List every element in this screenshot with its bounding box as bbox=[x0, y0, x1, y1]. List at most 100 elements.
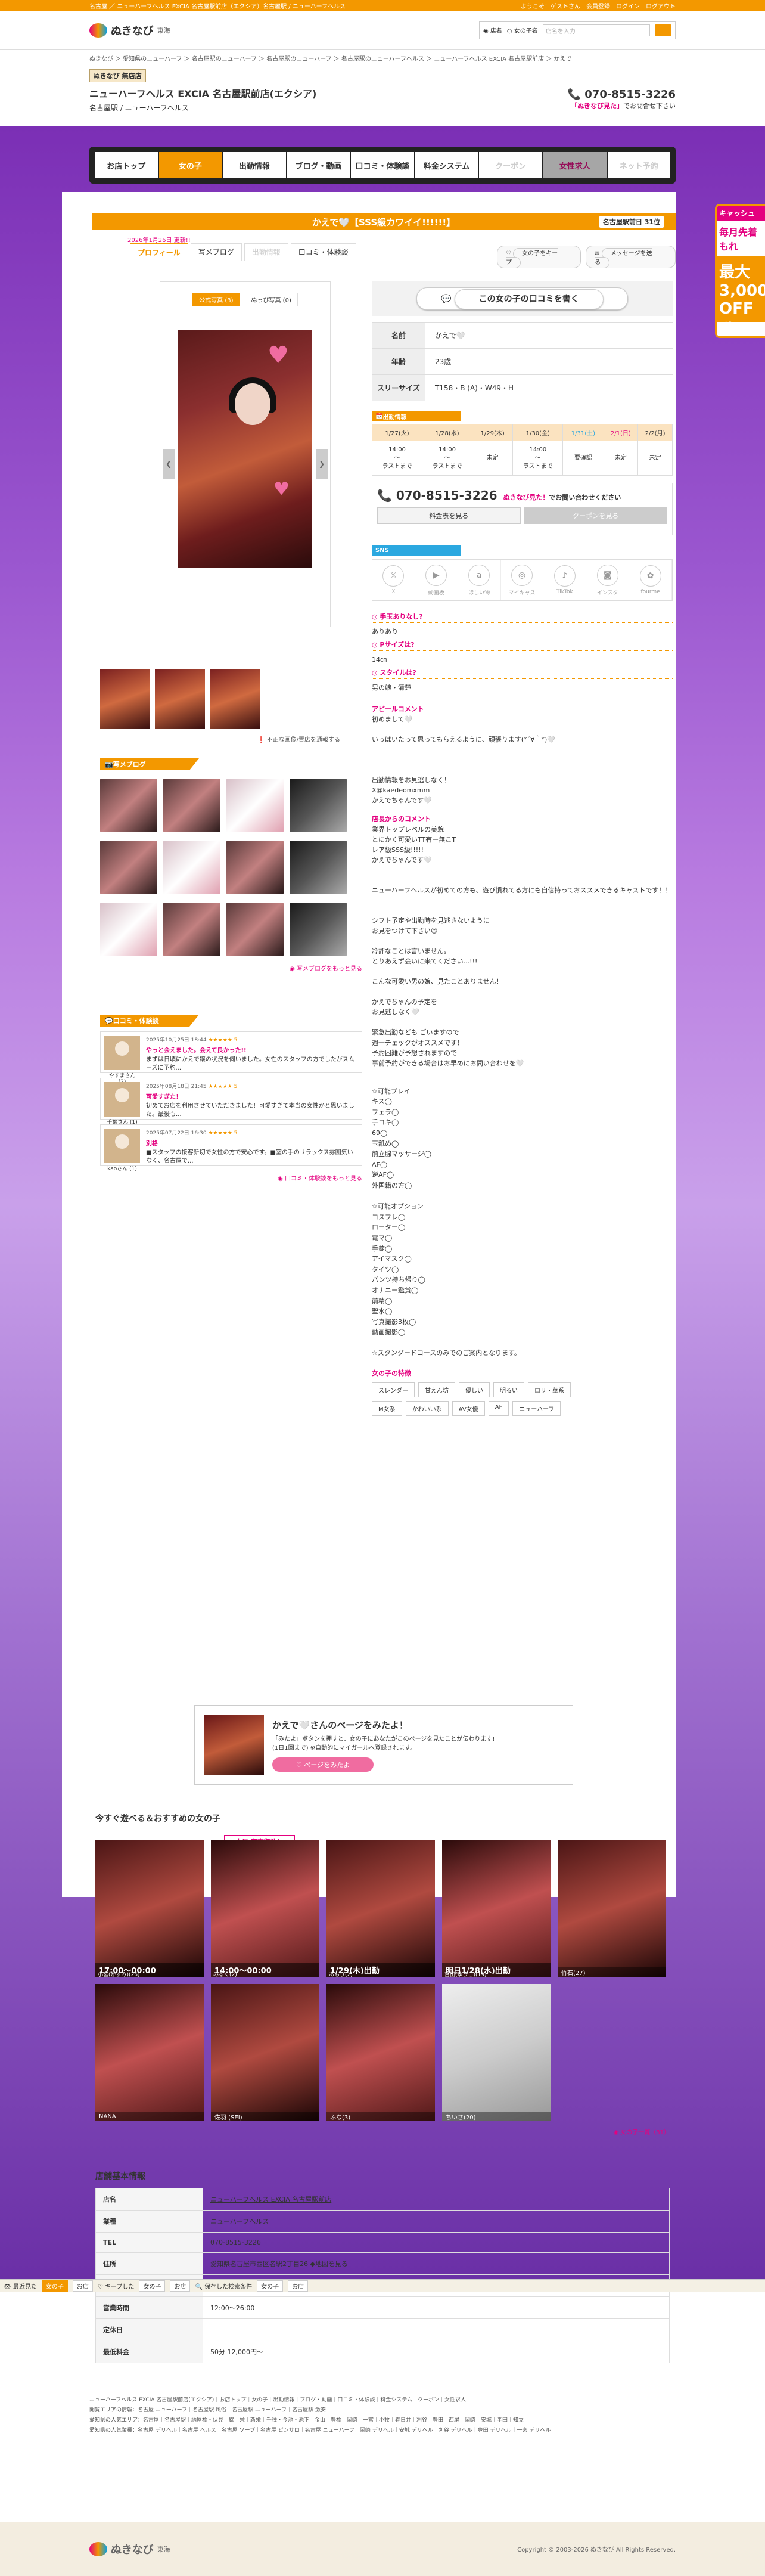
blog-thumbnail[interactable] bbox=[290, 779, 347, 832]
blog-thumbnail[interactable] bbox=[163, 841, 220, 894]
register-link[interactable]: 会員登録 bbox=[586, 4, 610, 10]
price-list-button[interactable]: 料金表を見る bbox=[377, 507, 521, 524]
footer-area-links[interactable]: 閲覧エリアの情報：名古屋 ニューハーフ｜名古屋駅 風俗｜名古屋駅 ニューハーフ｜… bbox=[89, 2405, 676, 2416]
sns-tiktok[interactable]: ♪ TikTok bbox=[543, 560, 587, 600]
feature-chip[interactable]: AF bbox=[488, 1401, 509, 1416]
tab-blog[interactable]: 写メブログ bbox=[190, 243, 242, 261]
blog-thumbnail[interactable] bbox=[226, 841, 284, 894]
sns-x[interactable]: 𝕏X bbox=[372, 560, 415, 600]
footer-popular-areas[interactable]: 愛知県の人気エリア：名古屋｜名古屋駅｜納屋橋・伏見｜錦｜栄｜新栄｜千種・今池・池… bbox=[89, 2416, 676, 2426]
tab-schedule[interactable]: 出勤情報 bbox=[244, 243, 288, 261]
main-photo[interactable]: ♥ ♥ bbox=[178, 330, 312, 568]
info-tel[interactable]: 070-8515-3226 bbox=[203, 2232, 670, 2253]
nav-schedule[interactable]: 出勤情報 bbox=[223, 152, 286, 178]
feature-chip[interactable]: スレンダー bbox=[372, 1382, 415, 1398]
tel-number[interactable]: 📞 070-8515-3226 ぬきなび見た！でお問い合わせください bbox=[377, 488, 667, 503]
recent-shops-chip[interactable]: お店 bbox=[72, 2280, 93, 2292]
blog-thumbnail[interactable] bbox=[100, 903, 157, 956]
recommend-girl[interactable]: ふな(3) bbox=[326, 1984, 435, 2121]
banner-sub: 毎月先着 もれ bbox=[719, 227, 758, 252]
sns-video[interactable]: ▶ 動画板 bbox=[415, 560, 458, 600]
photo-thumbnail[interactable] bbox=[100, 669, 150, 729]
photo-thumbnail[interactable] bbox=[210, 669, 260, 729]
tab-profile[interactable]: プロフィール bbox=[130, 243, 188, 261]
feature-chip[interactable]: ロリ・華系 bbox=[528, 1382, 571, 1398]
blog-thumbnail[interactable] bbox=[100, 841, 157, 894]
recommend-girl[interactable]: NANA bbox=[95, 1984, 204, 2121]
rank-badge[interactable]: 名古屋駅前日 31位 bbox=[599, 216, 664, 228]
sns-fourme[interactable]: ✿ fourme bbox=[629, 560, 673, 600]
blog-thumbnail[interactable] bbox=[226, 903, 284, 956]
sns-wishlist[interactable]: a ほしい物 bbox=[458, 560, 501, 600]
blog-thumbnail[interactable] bbox=[226, 779, 284, 832]
blog-thumbnail[interactable] bbox=[290, 903, 347, 956]
keep-shops-chip[interactable]: お店 bbox=[170, 2280, 191, 2292]
blog-more-link[interactable]: ◉ 写メブログをもっと見る bbox=[100, 963, 362, 972]
nav-recruit[interactable]: 女性求人 bbox=[543, 152, 607, 178]
nav-girls[interactable]: 女の子 bbox=[158, 152, 222, 178]
nav-blog[interactable]: ブログ・動画 bbox=[287, 152, 350, 178]
search-opt-girl[interactable]: ○ 女の子名 bbox=[507, 26, 538, 35]
prev-arrow-icon[interactable]: ❮ bbox=[163, 449, 175, 479]
blog-thumbnail[interactable] bbox=[290, 841, 347, 894]
feature-chip[interactable]: ニューハーフ bbox=[512, 1401, 561, 1416]
feature-chip[interactable]: 優しい bbox=[459, 1382, 490, 1398]
report-note[interactable]: ❗ 不正な画像/置店を通報する bbox=[257, 734, 340, 743]
review-item[interactable]: やすまさん (2) 2025年10月25日 18:44 ★★★★★ 5 やっと会… bbox=[100, 1031, 362, 1085]
cashback-banner[interactable]: キャッシュ 毎月先着 もれ 最大3,000 OFF 遊べ bbox=[715, 204, 765, 338]
info-address[interactable]: 愛知県名古屋市西区名駅2丁目26 ◆地図を見る bbox=[203, 2252, 670, 2275]
sns-cas[interactable]: ◎ マイキャス bbox=[501, 560, 544, 600]
tab-reviews[interactable]: 口コミ・体験談 bbox=[290, 243, 356, 261]
next-arrow-icon[interactable]: ❯ bbox=[316, 449, 328, 479]
logout-link[interactable]: ログアウト bbox=[646, 4, 676, 10]
keep-girl-button[interactable]: ♡ 女の子をキープ bbox=[497, 246, 581, 268]
search-opt-shop[interactable]: ◉ 店名 bbox=[483, 26, 502, 35]
recommend-girl[interactable]: 佐羽 (SEI) bbox=[211, 1984, 319, 2121]
recommend-girl[interactable]: ちいさ(20) bbox=[442, 1984, 551, 2121]
saved-girls-chip[interactable]: 女の子 bbox=[257, 2280, 284, 2292]
recommend-girl[interactable]: 17:00〜00:00 小宮(かすみ)(26) bbox=[95, 1840, 204, 1978]
breadcrumb[interactable]: ぬきなび ＞ 愛知県のニューハーフ ＞ 名古屋駅のニューハーフ ＞ 名古屋駅のニ… bbox=[0, 50, 765, 63]
feature-chip[interactable]: AV女優 bbox=[452, 1401, 485, 1416]
girl-list-link[interactable]: ◉ 女の子一覧（31） bbox=[95, 2127, 670, 2136]
reviews-more-link[interactable]: ◉ 口コミ・体験談をもっと見る bbox=[100, 1173, 362, 1182]
feature-chip[interactable]: M女系 bbox=[372, 1401, 402, 1416]
blog-thumbnail[interactable] bbox=[163, 903, 220, 956]
info-shop-name[interactable]: ニューハーフヘルス EXCIA 名古屋駅前店 bbox=[210, 2196, 331, 2203]
recent-girls-chip[interactable]: 女の子 bbox=[41, 2280, 68, 2292]
saved-shops-chip[interactable]: お店 bbox=[288, 2280, 309, 2292]
footer-shop-links[interactable]: ニューハーフヘルス EXCIA 名古屋駅前店(エクシア)｜お店トップ｜女の子｜出… bbox=[89, 2395, 676, 2405]
blog-thumbnail[interactable] bbox=[100, 779, 157, 832]
footer-popular-genres[interactable]: 愛知県の人気業種：名古屋 デリヘル｜名古屋 ヘルス｜名古屋 ソープ｜名古屋 ピン… bbox=[89, 2426, 676, 2436]
mitayo-button[interactable]: ♡ ページをみたよ bbox=[272, 1757, 374, 1772]
nav-shop-top[interactable]: お店トップ bbox=[95, 152, 158, 178]
feature-chip[interactable]: かわいい系 bbox=[405, 1401, 449, 1416]
nav-price[interactable]: 料金システム bbox=[415, 152, 478, 178]
recommend-girl[interactable]: 14:00〜00:00 みるく(2) bbox=[211, 1840, 319, 1978]
coupon-button[interactable]: クーポンを見る bbox=[524, 507, 667, 524]
feature-chip[interactable]: 甘えん坊 bbox=[418, 1382, 455, 1398]
keep-girls-chip[interactable]: 女の子 bbox=[139, 2280, 166, 2292]
login-link[interactable]: ログイン bbox=[616, 4, 640, 10]
sns-instagram[interactable]: ◙ インスタ bbox=[586, 560, 630, 600]
feature-chip[interactable]: 明るい bbox=[493, 1382, 524, 1398]
footer-logo[interactable]: ぬきなび 東海 bbox=[89, 2541, 170, 2557]
write-review-button[interactable]: 💬 この女の子の口コミを書く bbox=[416, 287, 628, 310]
search-input[interactable]: 店名を入力 bbox=[542, 24, 650, 36]
photo-tab-user[interactable]: ぬっぴ写真 (0) bbox=[244, 293, 298, 306]
send-message-button[interactable]: ✉ メッセージを送る bbox=[586, 246, 676, 268]
photo-tab-official[interactable]: 公式写真 (3) bbox=[192, 293, 240, 306]
blog-thumbnail[interactable] bbox=[163, 779, 220, 832]
shop-phone[interactable]: 📞 070-8515-3226 bbox=[568, 88, 676, 101]
nav-reservation[interactable]: ネット予約 bbox=[607, 152, 671, 178]
recommend-girl[interactable]: 1/29(木)出勤 あもり(2) bbox=[326, 1840, 435, 1978]
search-button[interactable] bbox=[655, 24, 671, 36]
recommend-girl[interactable]: 明日1/28(水)出勤 吉田(ゆうこ)(19) bbox=[442, 1840, 551, 1978]
nav-coupon[interactable]: クーポン bbox=[479, 152, 542, 178]
site-logo[interactable]: ぬきなび 東海 bbox=[89, 23, 170, 38]
recommend-girl[interactable]: 竹石(27) bbox=[558, 1840, 666, 1977]
photo-thumbnail[interactable] bbox=[155, 669, 205, 729]
review-item[interactable]: 千葉さん (1) 2025年08月18日 21:45 ★★★★★ 5 可愛すぎた… bbox=[100, 1078, 362, 1126]
review-item[interactable]: kaoさん (1) 2025年07月22日 16:30 ★★★★★ 5 別格 ■… bbox=[100, 1124, 362, 1172]
nav-reviews[interactable]: 口コミ・体験談 bbox=[351, 152, 414, 178]
